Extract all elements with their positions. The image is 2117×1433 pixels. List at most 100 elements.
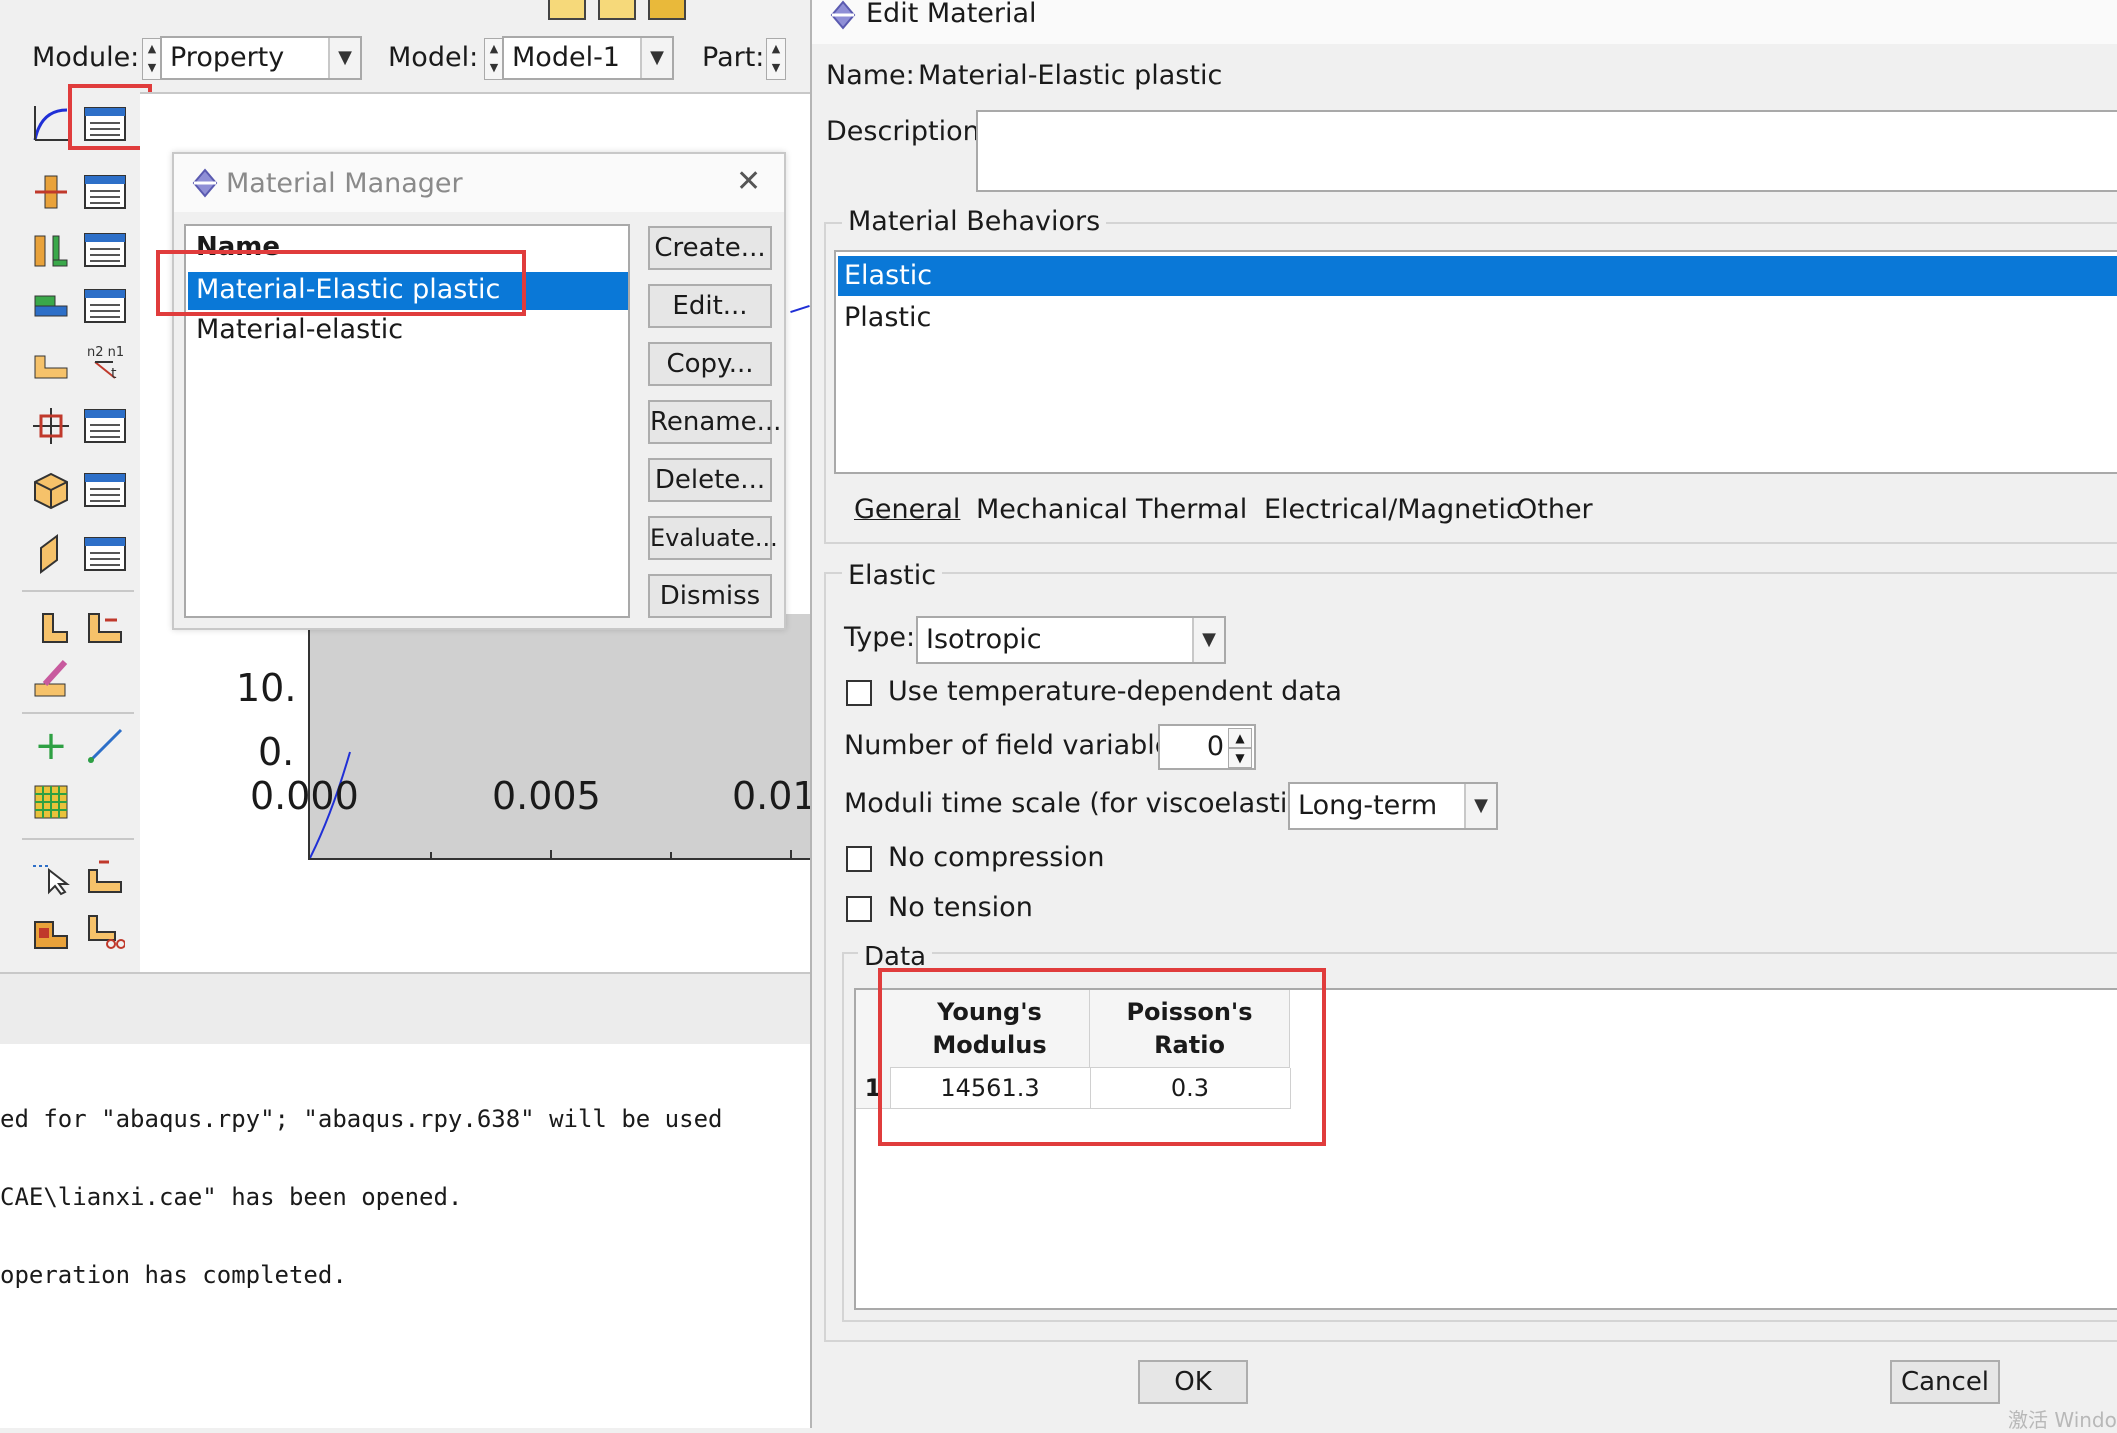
console-line: CAE\lianxi.cae" has been opened. — [0, 1183, 463, 1211]
moduli-select[interactable]: Long-term ▼ — [1288, 782, 1498, 830]
stringer-icon[interactable] — [26, 530, 76, 578]
part-spinner[interactable]: ▲ ▼ — [766, 38, 786, 80]
list-item[interactable]: Material-elastic — [188, 312, 628, 350]
list-item-label: Material-elastic — [196, 314, 404, 345]
spinner-down-icon[interactable]: ▼ — [1228, 748, 1252, 768]
use-temperature-label: Use temperature-dependent data — [888, 676, 1342, 707]
chevron-down-icon: ▼ — [1464, 784, 1496, 828]
model-label: Model: — [388, 42, 479, 73]
console-line: operation has completed. — [0, 1261, 347, 1289]
moduli-label: Moduli time scale (for viscoelasticity): — [844, 788, 1356, 819]
x-tick-mark — [790, 850, 792, 858]
module-spinner[interactable]: ▲ ▼ — [142, 38, 162, 80]
no-tension-checkbox[interactable] — [846, 896, 872, 922]
type-value: Isotropic — [926, 624, 1042, 655]
dismiss-button[interactable]: Dismiss — [648, 574, 772, 618]
query-select-icon[interactable] — [26, 852, 76, 900]
behavior-label: Elastic — [844, 260, 933, 291]
field-variables-input[interactable]: 0 ▲ ▼ — [1158, 724, 1256, 770]
module-select[interactable]: Property ▼ — [160, 36, 362, 80]
activation-watermark: 激活 Windo — [2008, 1408, 2117, 1432]
type-label: Type: — [844, 622, 916, 653]
message-console: ed for "abaqus.rpy"; "abaqus.rpy.638" wi… — [0, 1044, 810, 1428]
orientation-axes-icon[interactable]: n2 n1 t — [80, 338, 130, 386]
x-tick-label: 0.01 — [732, 774, 817, 818]
chevron-down-icon: ▼ — [640, 38, 672, 78]
model-select[interactable]: Model-1 ▼ — [502, 36, 674, 80]
ok-button[interactable]: OK — [1138, 1360, 1248, 1404]
close-icon[interactable]: ✕ — [736, 164, 761, 199]
svg-text:t: t — [111, 366, 117, 382]
dialog-title: Edit Material — [866, 0, 1037, 29]
layup-manager-icon[interactable] — [80, 282, 130, 330]
special-attribute-manager-icon[interactable] — [80, 600, 130, 648]
list-item[interactable]: Plastic — [838, 298, 2117, 338]
composite-layup-icon[interactable] — [26, 282, 76, 330]
menu-electrical-magnetic[interactable]: Electrical/Magnetic — [1264, 494, 1521, 525]
y-tick-label: 0. — [258, 730, 295, 774]
name-value: Material-Elastic plastic — [918, 60, 1223, 91]
surface-manager-icon[interactable] — [26, 906, 76, 954]
set-manager-icon[interactable] — [80, 852, 130, 900]
toolbox-divider — [22, 590, 134, 592]
toolbox-divider — [22, 838, 134, 840]
material-manager-dialog: Material Manager ✕ Name Material-Elastic… — [172, 152, 786, 630]
toolbox: n2 n1 t + — [18, 92, 142, 972]
chevron-down-icon: ▼ — [1192, 618, 1224, 662]
field-variables-label: Number of field variables: — [844, 730, 1195, 761]
model-spinner[interactable]: ▲ ▼ — [484, 38, 504, 80]
prompt-area — [0, 972, 810, 1046]
menu-mechanical[interactable]: Mechanical — [976, 494, 1128, 525]
evaluate-button[interactable]: Evaluate... — [648, 516, 778, 560]
edit-attribute-icon[interactable] — [26, 654, 76, 702]
plot-curve-tail — [790, 304, 810, 314]
skin-icon[interactable] — [26, 402, 76, 450]
profile-icon[interactable] — [26, 226, 76, 274]
field-variables-value: 0 — [1206, 731, 1224, 762]
rename-button[interactable]: Rename... — [648, 400, 781, 444]
spinner-up-icon[interactable]: ▲ — [1228, 728, 1252, 748]
delete-button[interactable]: Delete... — [648, 458, 772, 502]
create-datum-axis-icon[interactable] — [80, 722, 130, 770]
view-iso-icon[interactable] — [548, 0, 586, 20]
stringer-manager-icon[interactable] — [80, 530, 130, 578]
edit-button[interactable]: Edit... — [648, 284, 772, 328]
description-input[interactable] — [976, 110, 2117, 192]
partition-grid-icon[interactable] — [26, 778, 76, 826]
assign-orientation-icon[interactable] — [26, 338, 76, 386]
dialog-title: Material Manager — [226, 168, 463, 199]
abaqus-logo-icon — [830, 0, 856, 30]
use-temperature-checkbox[interactable] — [846, 680, 872, 706]
section-title: Elastic — [842, 560, 943, 591]
skin-manager-icon[interactable] — [80, 402, 130, 450]
model-value: Model-1 — [512, 42, 620, 73]
no-tension-label: No tension — [888, 892, 1033, 923]
section-icon[interactable] — [26, 168, 76, 216]
x-tick-mark — [670, 852, 672, 858]
copy-button[interactable]: Copy... — [648, 342, 772, 386]
create-button[interactable]: Create... — [648, 226, 772, 270]
section-manager-icon[interactable] — [80, 168, 130, 216]
menu-other[interactable]: Other — [1516, 494, 1593, 525]
create-point-icon[interactable]: + — [26, 722, 76, 770]
inertia-manager-icon[interactable] — [80, 466, 130, 514]
behaviors-title: Material Behaviors — [842, 206, 1107, 237]
special-attribute-icon[interactable] — [26, 600, 76, 648]
console-line: ed for "abaqus.rpy"; "abaqus.rpy.638" wi… — [0, 1105, 723, 1133]
x-tick-label: 0.000 — [250, 774, 359, 818]
behaviors-list[interactable]: Elastic Plastic — [834, 250, 2117, 474]
partition-cut-icon[interactable] — [80, 906, 130, 954]
menu-thermal[interactable]: Thermal — [1136, 494, 1247, 525]
y-tick-label: 10. — [236, 666, 297, 710]
type-select[interactable]: Isotropic ▼ — [916, 616, 1226, 664]
menu-general[interactable]: General — [854, 494, 960, 525]
view-solid-icon[interactable] — [648, 0, 686, 20]
no-compression-checkbox[interactable] — [846, 846, 872, 872]
view-front-icon[interactable] — [598, 0, 636, 20]
list-item-selected[interactable]: Elastic — [838, 256, 2117, 296]
profile-manager-icon[interactable] — [80, 226, 130, 274]
cancel-button[interactable]: Cancel — [1890, 1360, 2000, 1404]
x-tick-mark — [430, 852, 432, 858]
plot-curve — [310, 751, 351, 858]
inertia-icon[interactable] — [26, 466, 76, 514]
